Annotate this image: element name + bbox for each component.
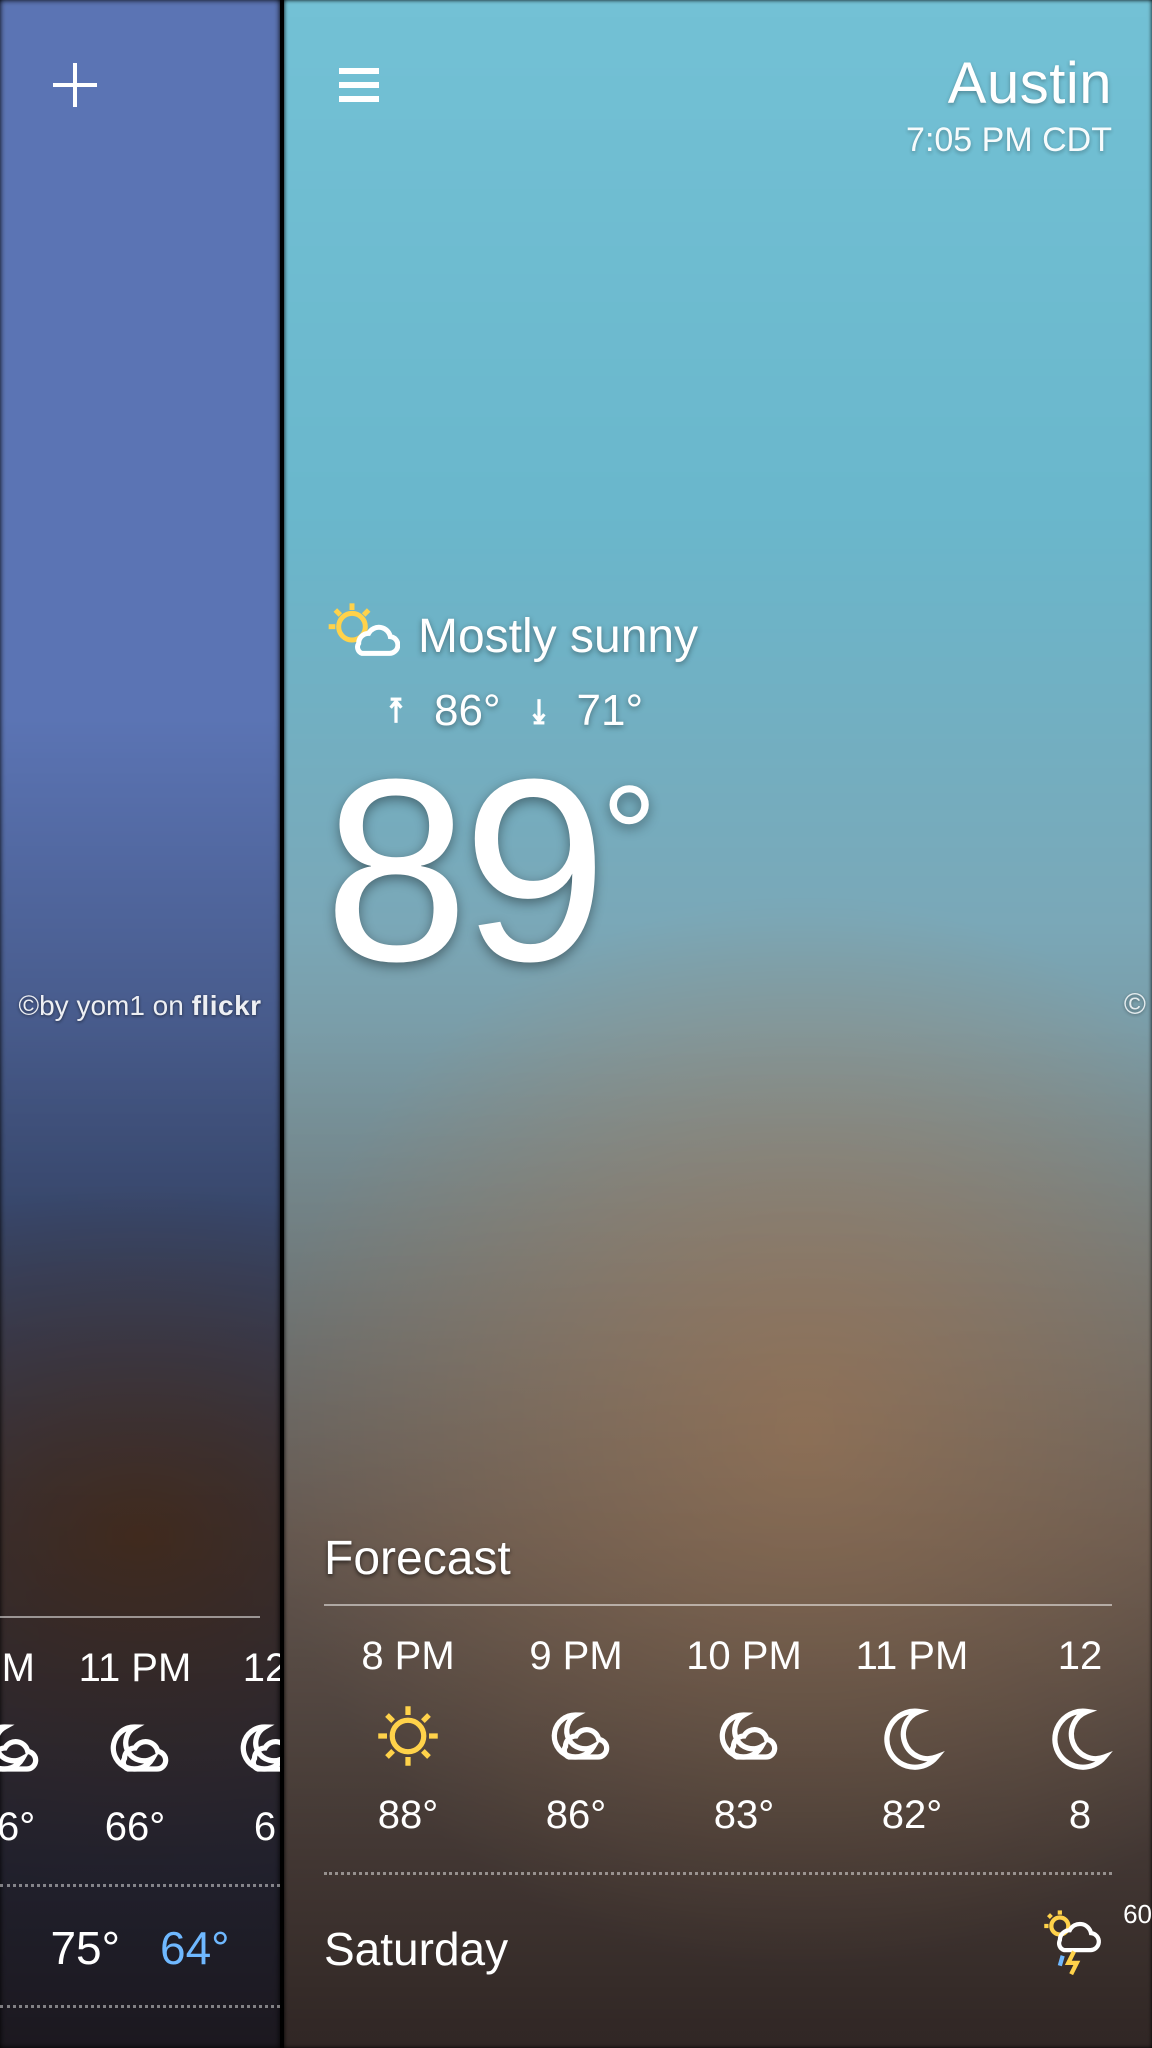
hourly-item: 8 PM 88° bbox=[324, 1634, 492, 1838]
hourly-item: 11 PM 82° bbox=[828, 1634, 996, 1838]
hour-temp: 8 bbox=[1069, 1793, 1091, 1838]
menu-button[interactable] bbox=[324, 50, 394, 120]
hour-time: 10 PM bbox=[686, 1634, 802, 1679]
low-arrow-icon bbox=[525, 697, 553, 725]
hour-temp: 88° bbox=[378, 1793, 439, 1838]
hour-time: 9 PM bbox=[529, 1634, 622, 1679]
hour-temp: 83° bbox=[714, 1793, 775, 1838]
hour-time: PM bbox=[0, 1646, 35, 1691]
clear-night-icon bbox=[1045, 1701, 1115, 1771]
hour-time: 11 PM bbox=[79, 1646, 192, 1691]
mostly-sunny-icon bbox=[324, 600, 400, 672]
hour-temp: 82° bbox=[882, 1793, 943, 1838]
partly-cloudy-night-icon bbox=[230, 1713, 280, 1783]
partly-cloudy-night-icon bbox=[541, 1701, 611, 1771]
city-name: Austin bbox=[906, 50, 1112, 117]
location-header[interactable]: Austin 7:05 PM CDT bbox=[906, 50, 1112, 160]
clear-night-icon bbox=[877, 1701, 947, 1771]
copyright-glyph: © bbox=[1124, 988, 1146, 1022]
hourly-item: 11 PM 66° bbox=[70, 1646, 200, 1850]
divider bbox=[0, 1616, 260, 1618]
hour-time: 12 bbox=[1058, 1634, 1103, 1679]
hour-temp: 86° bbox=[546, 1793, 607, 1838]
condition-text: Mostly sunny bbox=[418, 609, 698, 664]
dotted-divider bbox=[324, 1872, 1112, 1875]
hour-time: 8 PM bbox=[361, 1634, 454, 1679]
credit-author: yom1 bbox=[76, 990, 144, 1021]
daily-forecast-row[interactable]: Saturday 60 bbox=[324, 1903, 1112, 2008]
forecast-title: Forecast bbox=[324, 1531, 1112, 1604]
credit-site: flickr bbox=[192, 990, 262, 1021]
thunderstorm-sun-icon: 60 bbox=[1036, 1909, 1112, 1988]
degree-symbol: ° bbox=[601, 756, 651, 913]
daily-low: 64° bbox=[160, 1921, 230, 1975]
hourly-item: PM 66° bbox=[0, 1646, 70, 1850]
daily-high: 75° bbox=[50, 1921, 120, 1975]
hourly-item: 10 PM 83° bbox=[660, 1634, 828, 1838]
partly-cloudy-night-icon bbox=[0, 1713, 40, 1783]
local-time: 7:05 PM CDT bbox=[906, 121, 1112, 160]
sunny-icon bbox=[373, 1701, 443, 1771]
hour-time: 11 PM bbox=[856, 1634, 969, 1679]
hourly-item: 9 PM 86° bbox=[492, 1634, 660, 1838]
credit-on: on bbox=[145, 990, 192, 1021]
previous-city-pane[interactable]: ©by yom1 on flickr PM 66° 11 PM 66° 12 6… bbox=[0, 0, 280, 2048]
hour-time: 12 bbox=[243, 1646, 280, 1691]
dotted-divider bbox=[0, 2005, 280, 2008]
daily-forecast-row[interactable]: 75° 64° bbox=[0, 1915, 280, 1995]
current-conditions: Mostly sunny 86° 71° 89° bbox=[324, 600, 1152, 988]
dotted-divider bbox=[0, 1884, 280, 1887]
temp-value: 89 bbox=[324, 726, 601, 1016]
current-temp: 89° bbox=[324, 754, 1152, 988]
partly-cloudy-night-icon bbox=[100, 1713, 170, 1783]
hourly-forecast[interactable]: PM 66° 11 PM 66° 12 6 bbox=[0, 1646, 280, 1850]
partly-cloudy-night-icon bbox=[709, 1701, 779, 1771]
photo-credit: ©by yom1 on flickr bbox=[0, 990, 280, 1022]
daily-day: Saturday bbox=[324, 1922, 508, 1976]
hour-temp: 6 bbox=[254, 1805, 276, 1850]
hour-temp: 66° bbox=[0, 1805, 35, 1850]
hourly-forecast[interactable]: 8 PM 88° 9 PM 86° 10 PM 83° 11 PM 82° 12 bbox=[324, 1634, 1112, 1838]
divider bbox=[324, 1604, 1112, 1606]
hourly-item: 12 8 bbox=[996, 1634, 1152, 1838]
precip-chance: 60 bbox=[1123, 1899, 1152, 1930]
credit-prefix: ©by bbox=[18, 990, 76, 1021]
current-city-pane[interactable]: Austin 7:05 PM CDT Mostly sunny 86° 71° … bbox=[282, 0, 1152, 2048]
high-arrow-icon bbox=[382, 697, 410, 725]
add-location-button[interactable] bbox=[40, 50, 110, 120]
hour-temp: 66° bbox=[105, 1805, 166, 1850]
hourly-item: 12 6 bbox=[200, 1646, 280, 1850]
